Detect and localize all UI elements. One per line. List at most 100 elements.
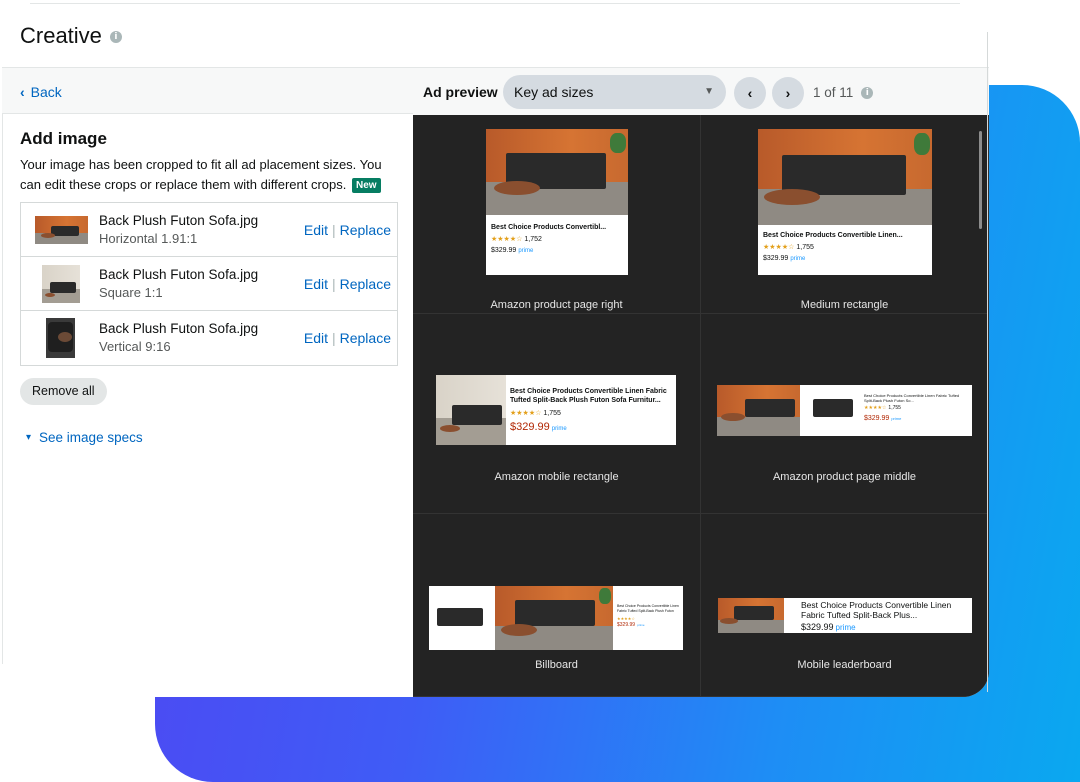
review-count: 1,755 xyxy=(796,244,814,251)
edit-link[interactable]: Edit xyxy=(304,222,328,238)
list-item: Back Plush Futon Sofa.jpg Horizontal 1.9… xyxy=(21,203,397,257)
crop-ratio: Square 1:1 xyxy=(99,285,163,300)
add-image-panel: ‹ Back Add image Your image has been cro… xyxy=(2,67,413,667)
ad-title: Best Choice Products Convertible Linen..… xyxy=(763,232,903,239)
image-crop-list: Back Plush Futon Sofa.jpg Horizontal 1.9… xyxy=(20,202,398,366)
page-title: Creative i xyxy=(20,23,122,49)
placement-label: Mobile leaderboard xyxy=(797,659,892,671)
review-count: 1,755 xyxy=(543,410,561,417)
product-image xyxy=(813,399,853,417)
price: $329.99 prime xyxy=(491,247,533,254)
description-text: Your image has been cropped to fit all a… xyxy=(20,157,382,192)
rating-stars: ★★★★☆ xyxy=(617,616,635,621)
price-value: $329.99 xyxy=(617,622,636,628)
placement-label: Medium rectangle xyxy=(800,299,889,311)
ad-title: Best Choice Products Convertibl... xyxy=(491,224,607,231)
divider xyxy=(987,32,988,692)
preview-cell: Best Choice Products Convertible Linen F… xyxy=(413,514,701,697)
prime-badge: prime xyxy=(637,623,645,627)
left-panel-header: ‹ Back xyxy=(2,67,413,114)
file-name: Back Plush Futon Sofa.jpg xyxy=(99,321,259,336)
divider xyxy=(2,114,3,664)
edit-link[interactable]: Edit xyxy=(304,276,328,292)
see-image-specs-label: See image specs xyxy=(39,430,143,445)
price: $329.99 prime xyxy=(617,622,645,628)
rating-stars: ★★★★☆ 1,755 xyxy=(864,405,901,411)
scrollbar[interactable] xyxy=(979,131,982,229)
price-value: $329.99 xyxy=(510,421,550,433)
placement-label: Amazon mobile rectangle xyxy=(494,471,619,483)
file-actions: Edit | Replace xyxy=(304,276,391,292)
preview-cell: Best Choice Products Convertible Linen..… xyxy=(701,115,989,314)
info-icon[interactable]: i xyxy=(109,31,122,44)
price: $329.99 prime xyxy=(510,421,567,433)
placement-label: Amazon product page right xyxy=(490,299,623,311)
ad-mockup[interactable]: Best Choice Products Convertible Linen F… xyxy=(429,586,683,650)
preview-cell: Best Choice Products Convertible Linen F… xyxy=(413,314,701,514)
add-image-heading: Add image xyxy=(20,129,107,148)
ad-mockup[interactable]: Best Choice Products Convertible Linen F… xyxy=(717,385,972,436)
chevron-left-icon: ‹ xyxy=(20,84,25,100)
rating-stars: ★★★★☆ 1,755 xyxy=(763,244,814,251)
review-count: 1,752 xyxy=(524,236,542,243)
divider: | xyxy=(331,330,336,346)
prime-badge: prime xyxy=(891,416,902,421)
divider: | xyxy=(331,222,336,238)
ad-mockup[interactable]: Best Choice Products Convertible Linen F… xyxy=(436,375,676,445)
replace-link[interactable]: Replace xyxy=(340,222,391,238)
chevron-left-icon: ‹ xyxy=(747,85,753,101)
chevron-down-icon: ▼ xyxy=(704,86,714,97)
crop-ratio: Horizontal 1.91:1 xyxy=(99,231,198,246)
back-button[interactable]: ‹ Back xyxy=(20,84,62,100)
file-actions: Edit | Replace xyxy=(304,222,391,238)
edit-link[interactable]: Edit xyxy=(304,330,328,346)
image-thumbnail xyxy=(46,318,75,358)
price: $329.99 prime xyxy=(864,415,901,422)
ad-title: Best Choice Products Convertible Linen F… xyxy=(864,393,960,403)
prime-badge: prime xyxy=(551,426,567,432)
ad-title: Best Choice Products Convertible Linen F… xyxy=(510,388,667,404)
ad-mockup[interactable]: Best Choice Products Convertible Linen..… xyxy=(758,129,932,275)
dropdown-value: Key ad sizes xyxy=(514,84,594,100)
preview-cell: Best Choice Products Convertible Linen F… xyxy=(701,314,989,514)
new-badge: New xyxy=(352,178,381,193)
previous-button[interactable]: ‹ xyxy=(734,77,766,109)
image-thumbnail xyxy=(42,265,80,303)
price-value: $329.99 xyxy=(491,247,517,254)
product-image xyxy=(437,608,483,626)
next-button[interactable]: › xyxy=(772,77,804,109)
back-label: Back xyxy=(30,84,62,100)
file-name: Back Plush Futon Sofa.jpg xyxy=(99,213,259,228)
remove-all-button[interactable]: Remove all xyxy=(20,378,107,405)
placement-label: Billboard xyxy=(535,659,578,671)
image-thumbnail xyxy=(35,216,88,244)
replace-link[interactable]: Replace xyxy=(340,330,391,346)
divider xyxy=(30,3,960,4)
review-count: 1,755 xyxy=(888,405,901,411)
list-item: Back Plush Futon Sofa.jpg Vertical 9:16 … xyxy=(21,311,397,365)
prime-badge: prime xyxy=(518,248,534,254)
replace-link[interactable]: Replace xyxy=(340,276,391,292)
prime-badge: prime xyxy=(790,256,806,262)
preview-cell: Best Choice Products Convertibl... ★★★★☆… xyxy=(413,115,701,314)
ad-size-dropdown[interactable]: Key ad sizes ▼ xyxy=(503,75,726,109)
placement-label: Amazon product page middle xyxy=(772,471,917,483)
file-actions: Edit | Replace xyxy=(304,330,391,346)
creative-card: Creative i ‹ Back Add image Your image ha… xyxy=(0,14,989,697)
ad-preview-grid: Best Choice Products Convertibl... ★★★★☆… xyxy=(413,115,989,697)
pager: 1 of 11 i xyxy=(813,85,874,100)
file-name: Back Plush Futon Sofa.jpg xyxy=(99,267,259,282)
divider: | xyxy=(331,276,336,292)
ad-mockup[interactable]: Best Choice Products Convertible Linen F… xyxy=(718,598,972,633)
price-value: $329.99 xyxy=(864,415,890,422)
price: $329.99 prime xyxy=(763,255,805,262)
ad-title: Best Choice Products Convertible Linen F… xyxy=(617,604,679,613)
prime-badge: prime xyxy=(835,623,856,632)
creative-title-text: Creative xyxy=(20,23,102,48)
see-image-specs-toggle[interactable]: ▾ See image specs xyxy=(26,430,143,445)
ad-mockup[interactable]: Best Choice Products Convertibl... ★★★★☆… xyxy=(486,129,628,275)
rating-stars: ★★★★☆ 1,752 xyxy=(491,236,542,243)
price-value: $329.99 xyxy=(801,622,834,632)
preview-cell: Best Choice Products Convertible Linen F… xyxy=(701,514,989,697)
info-icon[interactable]: i xyxy=(861,86,874,99)
